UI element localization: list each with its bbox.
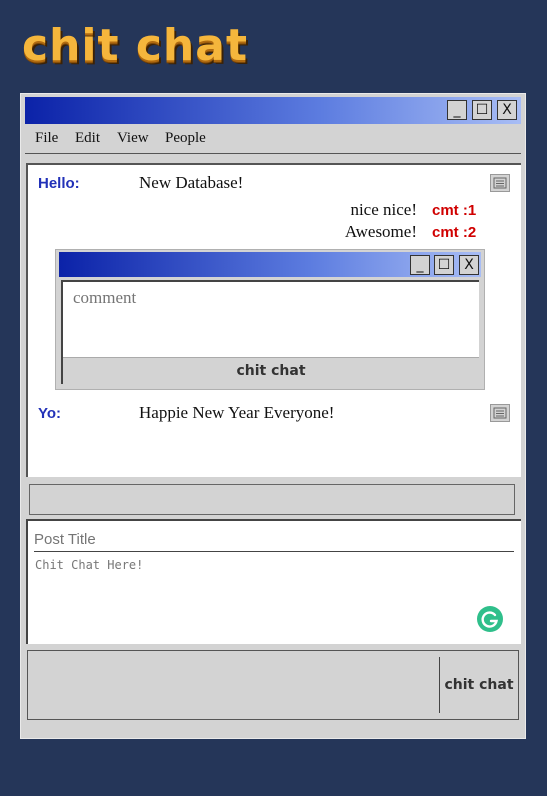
close-button[interactable]: X	[459, 255, 479, 275]
grammarly-icon	[481, 611, 498, 628]
post-submit-button[interactable]: chit chat	[439, 657, 518, 713]
close-button[interactable]: X	[497, 100, 517, 120]
comment-submit-button[interactable]: chit chat	[63, 357, 479, 384]
comment-text: nice nice!	[350, 200, 417, 219]
post-title-input[interactable]	[34, 527, 514, 552]
maximize-button[interactable]: ☐	[434, 255, 454, 275]
minimize-button[interactable]: _	[410, 255, 430, 275]
menu-item-edit[interactable]: Edit	[75, 130, 100, 147]
post-text: Happie New Year Everyone!	[139, 403, 335, 422]
menu-item-file[interactable]: File	[35, 130, 58, 147]
comment-input[interactable]	[73, 288, 453, 308]
comment-popup-window: _ ☐ X chit chat	[55, 249, 485, 390]
submit-bar: chit chat	[27, 650, 519, 720]
post-text: New Database!	[139, 173, 244, 192]
comment-count[interactable]: cmt :2	[432, 224, 476, 241]
comment-icon[interactable]	[490, 404, 510, 422]
comment-icon	[493, 177, 507, 189]
comment-count[interactable]: cmt :1	[432, 202, 476, 219]
post-author-label: Hello:	[38, 175, 80, 192]
main-window: _ ☐ X File Edit View People Hello: New D…	[20, 93, 526, 739]
post-body-input[interactable]: Chit Chat Here!	[35, 558, 143, 572]
post-list: Hello: New Database! nice nice! cmt :1 A…	[26, 163, 521, 477]
menu-bar: File Edit View People	[25, 125, 521, 154]
comment-icon[interactable]	[490, 174, 510, 192]
maximize-button[interactable]: ☐	[472, 100, 492, 120]
comment-text: Awesome!	[344, 222, 417, 241]
comment-icon	[493, 407, 507, 419]
comment-form: chit chat	[61, 280, 479, 384]
status-bar	[29, 484, 515, 515]
minimize-button[interactable]: _	[447, 100, 467, 120]
window-title-bar[interactable]: _ ☐ X	[25, 97, 521, 124]
menu-item-people[interactable]: People	[165, 130, 206, 147]
app-logo: chit chat	[22, 20, 248, 71]
post-author-label: Yo:	[38, 405, 62, 422]
compose-form: Chit Chat Here!	[26, 519, 521, 644]
comment-popup-title-bar[interactable]: _ ☐ X	[59, 252, 481, 277]
menu-item-view[interactable]: View	[117, 130, 149, 147]
grammarly-icon[interactable]	[477, 606, 503, 632]
